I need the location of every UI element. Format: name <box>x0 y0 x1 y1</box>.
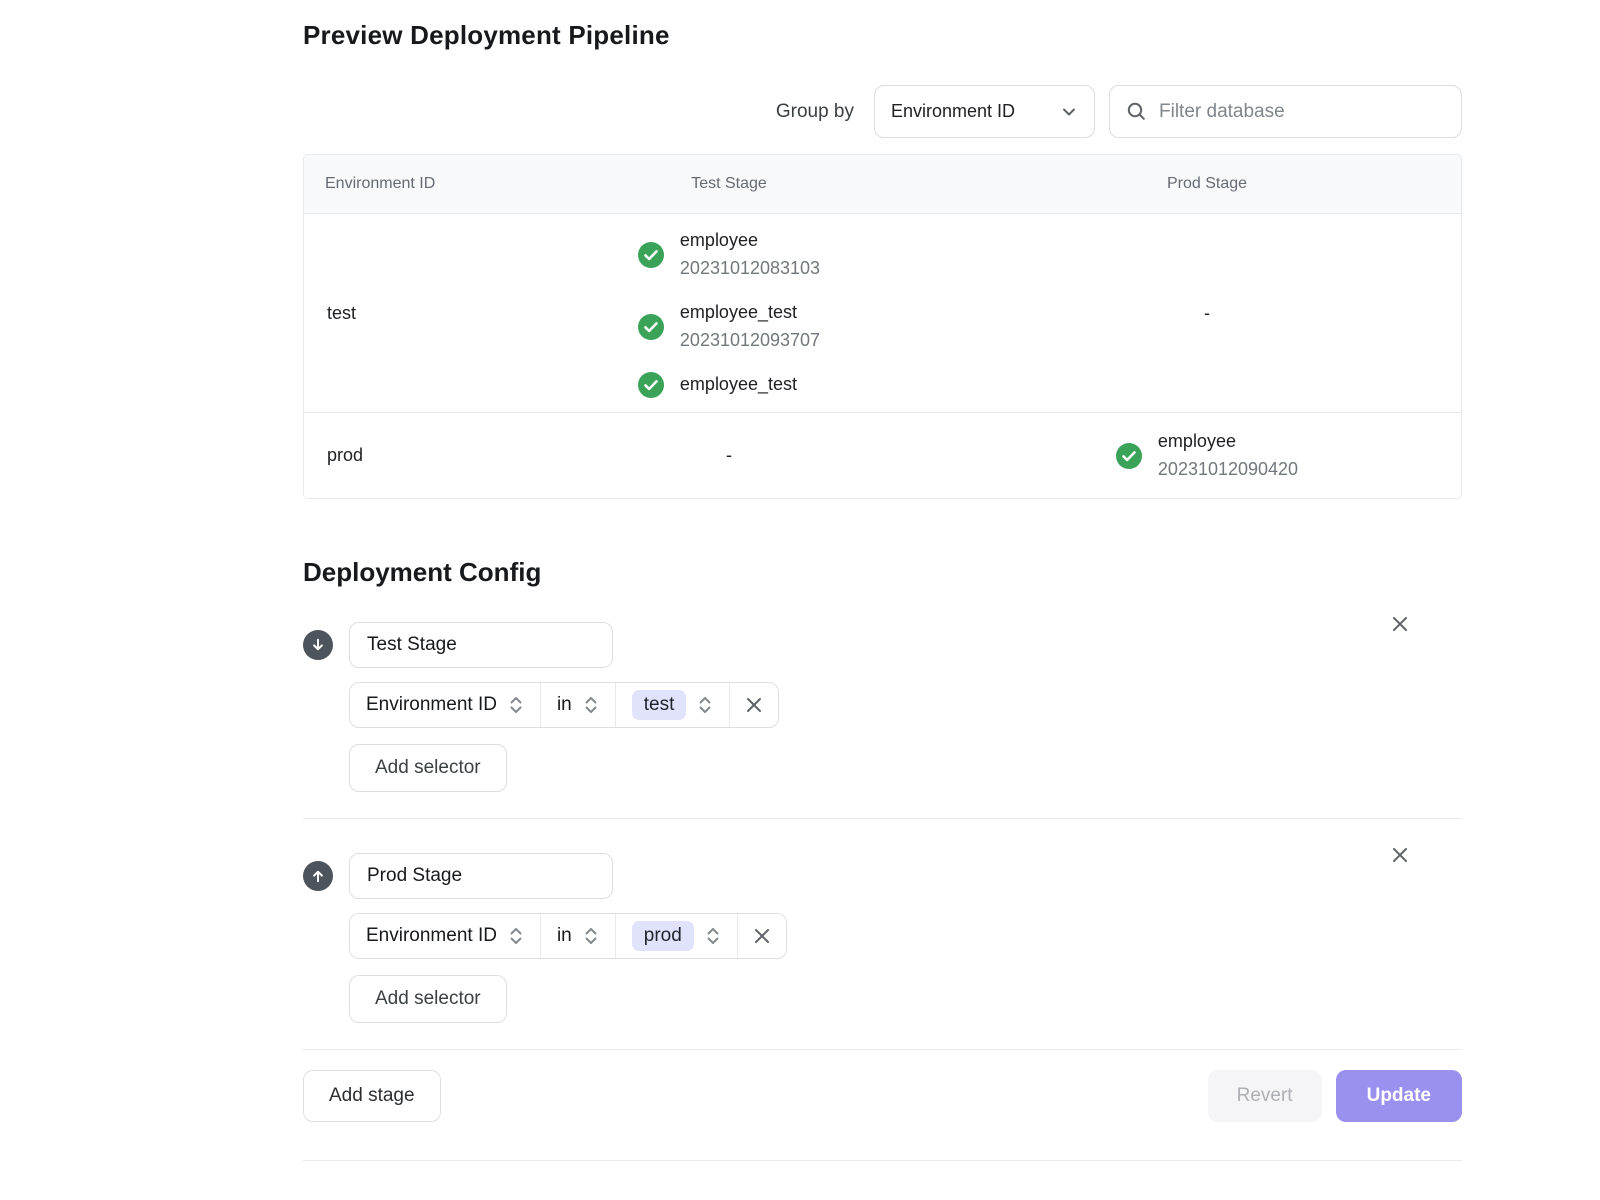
prod-stage-cell: employee 20231012090420 <box>953 428 1461 484</box>
environment-value-tag: prod <box>632 921 694 951</box>
test-stage-cell: - <box>505 445 953 466</box>
remove-selector-button[interactable] <box>738 914 786 958</box>
success-check-icon <box>1116 443 1142 469</box>
selector-operator-dropdown[interactable]: in <box>541 914 616 958</box>
selector-value-dropdown[interactable]: prod <box>616 914 738 958</box>
prod-stage-cell: - <box>953 303 1461 324</box>
revert-button[interactable]: Revert <box>1208 1070 1322 1122</box>
main-content: Preview Deployment Pipeline Group by Env… <box>303 0 1462 1161</box>
group-by-select[interactable]: Environment ID <box>874 85 1095 138</box>
environment-value-tag: test <box>632 690 687 720</box>
database-entry: employee 20231012083103 <box>638 227 820 283</box>
success-check-icon <box>638 372 664 398</box>
filter-database-box <box>1109 85 1462 138</box>
database-version: 20231012083103 <box>680 255 820 283</box>
deployment-config-title: Deployment Config <box>303 557 1462 588</box>
column-header-environment-id: Environment ID <box>304 175 505 193</box>
table-row: prod - employee 20231012090420 <box>304 412 1461 498</box>
database-entry: employee_test <box>638 371 820 399</box>
stage-name-input[interactable] <box>349 853 613 899</box>
database-version: 20231012090420 <box>1158 456 1298 484</box>
updown-chevron-icon <box>705 926 721 946</box>
empty-stage-dash: - <box>1204 303 1210 324</box>
toolbar: Group by Environment ID <box>303 85 1462 138</box>
add-selector-button[interactable]: Add selector <box>349 744 507 792</box>
selector-key-dropdown[interactable]: Environment ID <box>350 914 541 958</box>
success-check-icon <box>638 242 664 268</box>
table-row: test employee 20231012083103 employee_te… <box>304 214 1461 412</box>
database-name: employee <box>1158 428 1298 456</box>
environment-id-cell: prod <box>304 445 505 466</box>
database-name: employee_test <box>680 299 820 327</box>
selector-rule: Environment ID in test <box>349 682 779 728</box>
selector-key-value: Environment ID <box>366 925 497 947</box>
selector-value-dropdown[interactable]: test <box>616 683 731 727</box>
pipeline-preview-table: Environment ID Test Stage Prod Stage tes… <box>303 154 1462 499</box>
column-header-prod-stage: Prod Stage <box>953 175 1461 193</box>
chevron-down-icon <box>1060 103 1078 121</box>
success-check-icon <box>638 314 664 340</box>
search-icon <box>1126 101 1147 122</box>
selector-operator-value: in <box>557 694 572 716</box>
empty-stage-dash: - <box>726 445 732 466</box>
footer-actions: Add stage Revert Update <box>303 1070 1462 1122</box>
environment-id-cell: test <box>304 303 505 324</box>
add-selector-button[interactable]: Add selector <box>349 975 507 1023</box>
group-by-selected-value: Environment ID <box>891 101 1015 122</box>
remove-selector-button[interactable] <box>730 683 778 727</box>
group-by-label: Group by <box>776 101 854 123</box>
updown-chevron-icon <box>697 695 713 715</box>
remove-stage-button[interactable] <box>1386 841 1414 869</box>
database-version: 20231012093707 <box>680 327 820 355</box>
move-stage-up-icon[interactable] <box>303 861 333 891</box>
database-entry: employee 20231012090420 <box>1116 428 1298 484</box>
updown-chevron-icon <box>583 695 599 715</box>
updown-chevron-icon <box>583 926 599 946</box>
move-stage-down-icon[interactable] <box>303 630 333 660</box>
stage-config-test: Environment ID in test Add selector <box>303 588 1462 818</box>
bottom-divider <box>303 1160 1462 1161</box>
updown-chevron-icon <box>508 926 524 946</box>
stage-name-input[interactable] <box>349 622 613 668</box>
selector-key-dropdown[interactable]: Environment ID <box>350 683 541 727</box>
test-stage-cell: employee 20231012083103 employee_test 20… <box>505 227 953 398</box>
selector-key-value: Environment ID <box>366 694 497 716</box>
updown-chevron-icon <box>508 695 524 715</box>
selector-operator-value: in <box>557 925 572 947</box>
selector-operator-dropdown[interactable]: in <box>541 683 616 727</box>
update-button[interactable]: Update <box>1336 1070 1462 1122</box>
stage-config-prod: Environment ID in prod Add selector <box>303 819 1462 1049</box>
database-name: employee <box>680 227 820 255</box>
add-stage-button[interactable]: Add stage <box>303 1070 441 1122</box>
remove-stage-button[interactable] <box>1386 610 1414 638</box>
config-footer-divider <box>303 1049 1462 1050</box>
selector-rule: Environment ID in prod <box>349 913 787 959</box>
filter-database-input[interactable] <box>1159 101 1445 123</box>
column-header-test-stage: Test Stage <box>505 175 953 193</box>
database-name: employee_test <box>680 371 797 399</box>
table-header-row: Environment ID Test Stage Prod Stage <box>304 155 1461 214</box>
page-title: Preview Deployment Pipeline <box>303 20 1462 51</box>
database-entry: employee_test 20231012093707 <box>638 299 820 355</box>
